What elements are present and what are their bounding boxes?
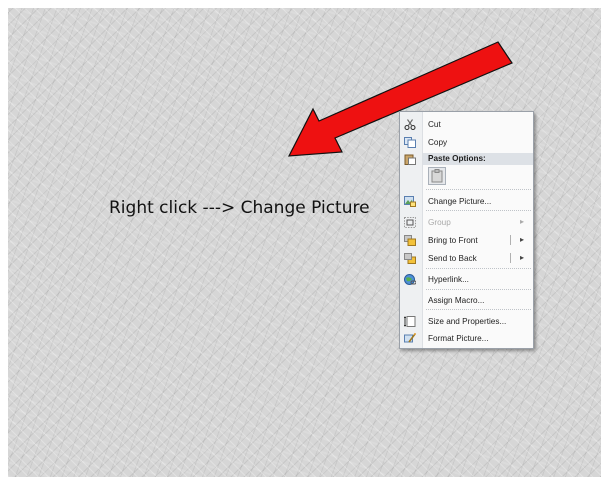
size-properties-icon <box>404 316 416 327</box>
menu-item-label: Hyperlink... <box>428 275 469 284</box>
menu-item-change-picture[interactable]: Change Picture... <box>400 194 533 209</box>
split-divider <box>510 253 511 263</box>
split-divider <box>510 235 511 245</box>
send-to-back-icon <box>404 253 416 264</box>
menu-separator <box>426 189 531 190</box>
menu-separator <box>426 210 531 211</box>
menu-separator <box>426 268 531 269</box>
menu-item-bring-to-front[interactable]: Bring to Front ▸ <box>400 233 533 248</box>
menu-item-label: Copy <box>428 138 448 147</box>
group-icon <box>404 217 416 228</box>
bring-to-front-icon <box>404 235 416 246</box>
menu-item-cut[interactable]: Cut <box>400 117 533 132</box>
clipboard-icon <box>404 154 416 165</box>
change-picture-icon <box>404 196 416 207</box>
menu-item-assign-macro[interactable]: Assign Macro... <box>400 293 533 308</box>
menu-item-label: Bring to Front <box>428 236 478 245</box>
context-menu: Cut Copy Paste Options: Change Picture..… <box>399 111 534 349</box>
chevron-right-icon[interactable]: ▸ <box>520 253 524 262</box>
menu-item-send-to-back[interactable]: Send to Back ▸ <box>400 251 533 266</box>
menu-item-copy[interactable]: Copy <box>400 135 533 150</box>
menu-item-size-and-properties[interactable]: Size and Properties... <box>400 314 533 329</box>
menu-item-label: Change Picture... <box>428 197 492 206</box>
instruction-text[interactable]: Right click ---> Change Picture <box>109 198 370 218</box>
paste-clipboard-icon <box>431 169 443 183</box>
scissors-icon <box>404 119 416 130</box>
menu-item-label: Assign Macro... <box>428 296 485 305</box>
paste-options-header: Paste Options: <box>423 153 533 165</box>
menu-item-group[interactable]: Group ▸ <box>400 215 533 230</box>
menu-item-label: Cut <box>428 120 441 129</box>
menu-item-format-picture[interactable]: Format Picture... <box>400 331 533 346</box>
menu-item-label: Size and Properties... <box>428 317 507 326</box>
menu-item-hyperlink[interactable]: Hyperlink... <box>400 272 533 287</box>
chevron-right-icon: ▸ <box>520 217 525 226</box>
menu-item-label: Group <box>428 218 451 227</box>
menu-item-label: Send to Back <box>428 254 477 263</box>
copy-icon <box>404 137 416 148</box>
menu-separator <box>426 289 531 290</box>
globe-link-icon <box>404 274 416 285</box>
format-picture-icon <box>404 333 416 343</box>
menu-separator <box>426 309 531 310</box>
chevron-right-icon[interactable]: ▸ <box>520 235 524 244</box>
paste-picture-button[interactable] <box>428 167 446 185</box>
menu-item-label: Format Picture... <box>428 334 489 343</box>
